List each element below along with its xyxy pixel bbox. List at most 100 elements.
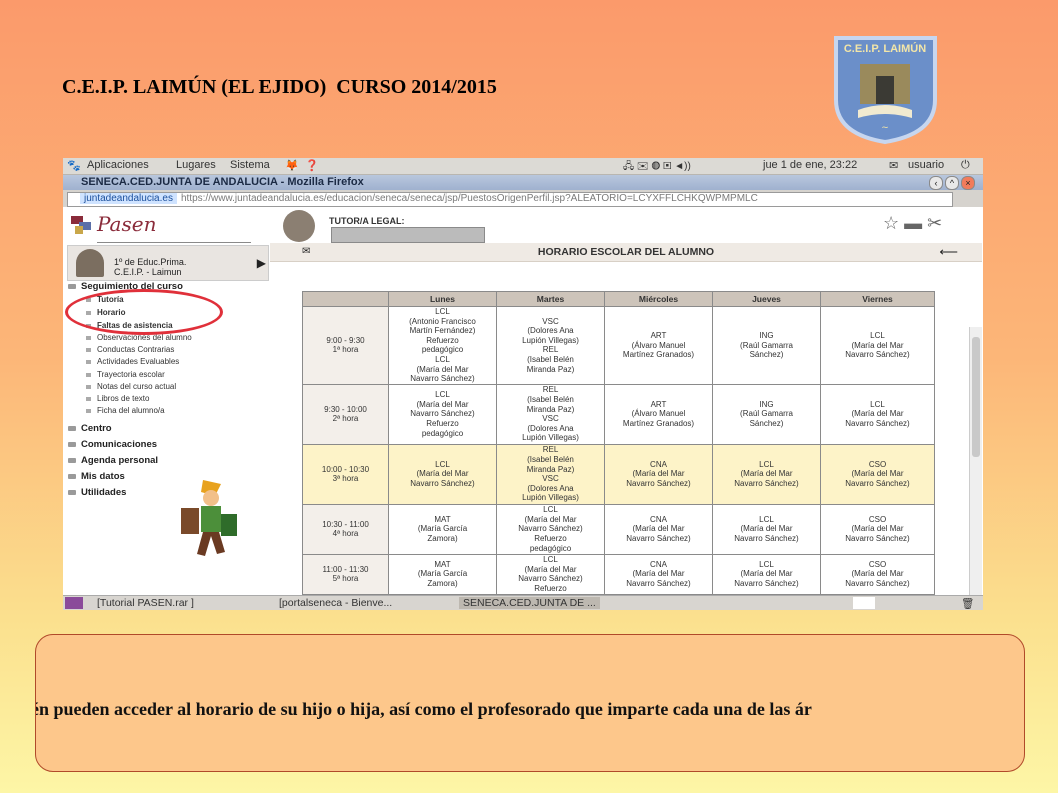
time-slot: 10:00 - 10:30 3ª hora [302,443,389,505]
user-icon: ✉ [889,160,899,172]
cartoon-student-image [163,474,253,564]
section-comunicaciones[interactable]: Comunicaciones [67,439,157,450]
taskbar-item-tutorial[interactable]: [Tutorial PASEN.rar ] [97,597,194,609]
schedule-table: Lunes Martes Miércoles Jueves Viernes 9:00 - … [302,291,935,595]
schedule-header: ✉ HORARIO ESCOLAR DEL ALUMNO ⟵ [270,243,982,262]
corner-cell [302,291,389,307]
time-slot: 11:00 - 11:30 5ª hora [302,553,389,595]
time-slot: 10:30 - 11:00 4ª hora [302,503,389,555]
schedule-cell: ING (Raúl Gamarra Sánchez) [712,383,821,445]
schedule-cell: LCL (Antonio Francisco Martín Fernández)… [388,306,497,385]
day-header: Miércoles [604,291,713,307]
window-title: SENECA.CED.JUNTA DE ANDALUCIA - Mozilla … [81,176,364,188]
apps-icon[interactable]: 🐾 [67,159,81,172]
menu-sistema[interactable]: Sistema [230,159,270,171]
taskbar-item-portalseneca[interactable]: [portalseneca - Bienve... [279,597,392,609]
pasen-logo-icon [71,216,91,234]
scrollbar[interactable] [969,327,982,610]
schedule-cell: CNA (María del Mar Navarro Sánchez) [604,553,713,595]
schedule-cell: ING (Raúl Gamarra Sánchez) [712,306,821,385]
sidebar-item-notas[interactable]: Notas del curso actual [85,382,176,391]
section-centro[interactable]: Centro [68,423,112,434]
section-utilidades[interactable]: Utilidades [67,487,126,498]
caption-text: mbién pueden acceder al horario de su hi… [35,699,812,719]
pasen-page: Pasen TUTOR/A LEGAL: ☆ ▬ ✂ 1º de Educ.Pr… [63,207,983,610]
student-avatar [76,249,104,277]
schedule-cell: VSC (Dolores Ana Lupión Villegas) REL (I… [496,306,605,385]
close-icon[interactable]: × [961,176,975,190]
sidebar-item-conductas[interactable]: Conductas Contrarias [85,345,174,354]
schedule-cell: LCL (María del Mar Navarro Sánchez) Refu… [496,553,605,595]
gnome-top-panel: 🐾 Aplicaciones Lugares Sistema 🦊 ❓ 🖧 ✉ ◍… [63,158,983,175]
slide-title: C.E.I.P. LAIMÚN (EL EJIDO) CURSO 2014/20… [62,76,497,98]
schedule-cell: LCL (María del Mar Navarro Sánchez) [712,443,821,505]
sidebar-item-actividades[interactable]: Actividades Evaluables [85,357,179,366]
menu-lugares[interactable]: Lugares [176,159,216,171]
url-bar[interactable]: juntadeandalucia.es https://www.juntadean… [67,192,953,207]
day-header: Lunes [388,291,497,307]
tutor-avatar [283,210,315,242]
menu-aplicaciones[interactable]: Aplicaciones [87,159,149,171]
schedule-cell: LCL (María del Mar Navarro Sánchez) [388,443,497,505]
schedule-cell: MAT (María García Zamora) [388,553,497,595]
time-slot: 9:30 - 10:00 2ª hora [302,383,389,445]
tools-icon[interactable]: ✂ [927,213,942,233]
schedule-row: 11:00 - 11:30 5ª hora MAT (María García Z… [302,553,935,595]
day-header: Martes [496,291,605,307]
power-icon[interactable]: ⏻ [961,159,970,172]
schedule-row: 9:30 - 10:00 2ª hora LCL (María del Mar N… [302,383,935,445]
schedule-cell: MAT (María García Zamora) [388,503,497,555]
schedule-row: 10:00 - 10:30 3ª hora LCL (María del Mar … [302,443,935,505]
svg-text:~: ~ [881,123,889,133]
pasen-brand: Pasen [97,212,157,236]
schedule-row: 10:30 - 11:00 4ª hora MAT (María García Z… [302,503,935,555]
browser-screenshot: 🐾 Aplicaciones Lugares Sistema 🦊 ❓ 🖧 ✉ ◍… [63,158,983,610]
maximize-icon[interactable]: ^ [945,176,959,190]
schedule-cell: REL (Isabel Belén Miranda Paz) VSC (Dolo… [496,443,605,505]
section-agenda[interactable]: Agenda personal [67,455,158,466]
play-arrow-icon[interactable]: ▶ [257,256,266,270]
folder-icon[interactable]: ▬ [904,213,922,233]
schedule-row: 9:00 - 9:30 1ª hora LCL (Antonio Francisc… [302,306,935,385]
day-header: Jueves [712,291,821,307]
time-slot: 9:00 - 9:30 1ª hora [302,306,389,385]
sidebar-item-libros[interactable]: Libros de texto [85,394,149,403]
caption-box: mbién pueden acceder al horario de su hi… [35,634,1025,772]
schedule-cell: LCL (María del Mar Navarro Sánchez) [820,383,935,445]
schedule-cell: CSO (María del Mar Navarro Sánchez) [820,503,935,555]
desktop-icon[interactable] [65,597,83,609]
logo-text: C.E.I.P. LAIMÚN [844,42,926,55]
redacted-tutor-name [331,227,485,243]
schedule-cell: LCL (María del Mar Navarro Sánchez) [712,503,821,555]
schedule-cell: LCL (María del Mar Navarro Sánchez) [712,553,821,595]
window-titlebar: SENECA.CED.JUNTA DE ANDALUCIA - Mozilla … [63,175,983,190]
student-school: C.E.I.P. - Laimun [114,267,182,277]
taskbar-firefox-icon[interactable] [853,597,875,609]
highlight-circle [65,289,223,335]
student-course: 1º de Educ.Prima. [114,257,187,267]
taskbar: [Tutorial PASEN.rar ] [portalseneca - Bi… [63,595,983,610]
sidebar-item-ficha[interactable]: Ficha del alumno/a [86,406,165,415]
help-icon[interactable]: ❓ [305,159,319,172]
minimize-icon[interactable]: ‹ [929,176,943,190]
url-host: juntadeandalucia.es [80,193,177,204]
tutor-label: TUTOR/A LEGAL: [329,216,405,226]
schedule-cell: CNA (María del Mar Navarro Sánchez) [604,443,713,505]
school-logo: C.E.I.P. LAIMÚN ~ [834,36,937,145]
clock[interactable]: jue 1 de ene, 23:22 [763,159,857,171]
trash-icon[interactable]: 🗑 [961,597,974,610]
schedule-cell: LCL (María del Mar Navarro Sánchez) Refu… [388,383,497,445]
sidebar-item-trayectoria[interactable]: Trayectoria escolar [86,370,165,379]
taskbar-item-seneca[interactable]: SENECA.CED.JUNTA DE ... [459,597,600,609]
schedule-cell: REL (Isabel Belén Miranda Paz) VSC (Dolo… [496,383,605,445]
favorite-icon[interactable]: ☆ [883,213,899,233]
schedule-cell: CSO (María del Mar Navarro Sánchez) [820,443,935,505]
student-box[interactable]: 1º de Educ.Prima. C.E.I.P. - Laimun ▶ [67,245,269,281]
schedule-cell: ART (Álvaro Manuel Martínez Granados) [604,383,713,445]
tray-icons: 🖧 ✉ ◍ ▣ ◄)) [623,161,691,172]
firefox-icon[interactable]: 🦊 [285,159,299,172]
schedule-cell: ART (Álvaro Manuel Martínez Granados) [604,306,713,385]
section-mis-datos[interactable]: Mis datos [68,471,125,482]
user-menu[interactable]: usuario [908,159,944,171]
back-arrow-icon[interactable]: ⟵ [939,244,958,260]
